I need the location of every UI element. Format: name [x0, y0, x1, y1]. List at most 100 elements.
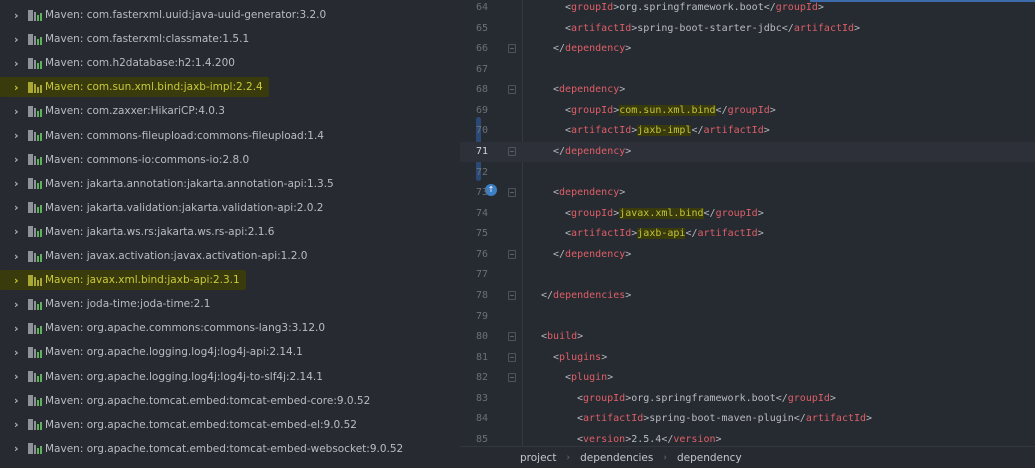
chevron-right-icon[interactable]: ›: [14, 394, 22, 407]
xml-punctuation: </: [793, 413, 806, 425]
tree-item[interactable]: › Maven: com.fasterxml.uuid:java-uuid-gen…: [0, 5, 326, 25]
line-number: 68: [475, 84, 488, 96]
xml-punctuation: </: [553, 43, 566, 55]
xml-punctuation: >: [854, 22, 861, 34]
tree-item[interactable]: › Maven: com.fasterxml:classmate:1.5.1: [0, 29, 249, 49]
fold-icon[interactable]: [508, 85, 516, 95]
library-icon: [28, 130, 42, 141]
code-line[interactable]: 85 <version>2.5.4</version>: [460, 430, 1035, 446]
tree-item[interactable]: › Maven: org.apache.tomcat.embed:tomcat-e…: [0, 415, 357, 435]
xml-punctuation: </: [781, 22, 794, 34]
line-number: 84: [475, 413, 488, 425]
tree-item[interactable]: › Maven: org.apache.tomcat.embed:tomcat-e…: [0, 391, 370, 411]
breadcrumb-item[interactable]: dependencies: [580, 452, 653, 464]
code-line[interactable]: 81 <plugins>: [460, 348, 1035, 368]
code-line[interactable]: 77: [460, 265, 1035, 285]
code-line[interactable]: 76 </dependency>: [460, 245, 1035, 265]
fold-icon[interactable]: [508, 373, 516, 383]
tree-item[interactable]: › Maven: org.apache.commons:commons-lang3…: [0, 318, 325, 338]
code-line[interactable]: 79: [460, 307, 1035, 327]
code-line[interactable]: 70 <artifactId>jaxb-impl</artifactId>: [460, 121, 1035, 141]
code-line[interactable]: 69 <groupId>com.sun.xml.bind</groupId>: [460, 101, 1035, 121]
code-line[interactable]: 83 <groupId>org.springframework.boot</gro…: [460, 389, 1035, 409]
chevron-right-icon[interactable]: ›: [14, 225, 22, 238]
tree-item[interactable]: › Maven: joda-time:joda-time:2.1: [0, 294, 210, 314]
xml-tag-name: artifactId: [793, 22, 855, 34]
code-editor[interactable]: ↑ 64 <groupId>org.springframework.boot</g…: [460, 0, 1035, 446]
xml-tag-name: artifactId: [571, 228, 632, 240]
code-line[interactable]: 64 <groupId>org.springframework.boot</gro…: [460, 0, 1035, 18]
fold-icon[interactable]: [508, 249, 516, 259]
chevron-right-icon[interactable]: ›: [14, 81, 22, 94]
tree-item[interactable]: › Maven: com.sun.xml.bind:jaxb-impl:2.2.4: [0, 77, 269, 98]
chevron-right-icon[interactable]: ›: [14, 274, 22, 287]
code-line[interactable]: 78 </dependencies>: [460, 286, 1035, 306]
fold-icon[interactable]: [508, 146, 516, 156]
chevron-right-icon[interactable]: ›: [14, 442, 22, 455]
fold-icon[interactable]: [508, 332, 516, 342]
library-icon: [28, 202, 42, 214]
code-line[interactable]: 73 <dependency>: [460, 183, 1035, 203]
code-line[interactable]: 67: [460, 60, 1035, 80]
breadcrumb-item[interactable]: dependency: [677, 452, 742, 464]
tree-item[interactable]: › Maven: commons-fileupload:commons-fileu…: [0, 126, 324, 146]
line-number: 66: [475, 43, 488, 55]
tree-item[interactable]: › Maven: org.apache.logging.log4j:log4j-a…: [0, 342, 303, 362]
xml-tag-name: build: [547, 331, 578, 343]
breadcrumb-item[interactable]: project: [520, 452, 556, 464]
tree-item[interactable]: › Maven: javax.activation:javax.activatio…: [0, 246, 307, 266]
tree-item[interactable]: › Maven: jakarta.ws.rs:jakarta.ws.rs-api:…: [0, 222, 274, 242]
xml-punctuation: >: [817, 2, 824, 13]
tree-item[interactable]: › Maven: org.apache.logging.log4j:log4j-t…: [0, 367, 323, 387]
xml-tag-name: plugins: [559, 351, 602, 363]
xml-punctuation: </: [661, 433, 674, 445]
code-line[interactable]: 66 </dependency>: [460, 39, 1035, 59]
code-line[interactable]: 68 <dependency>: [460, 80, 1035, 100]
code-line[interactable]: 75 <artifactId>jaxb-api</artifactId>: [460, 224, 1035, 244]
xml-tag-name: groupId: [583, 392, 626, 404]
fold-icon[interactable]: [508, 188, 516, 198]
line-number: 85: [475, 433, 488, 445]
code-line[interactable]: 72: [460, 163, 1035, 183]
chevron-right-icon: ›: [566, 452, 571, 463]
line-number: 70: [475, 125, 488, 137]
code-line[interactable]: 71 </dependency>: [460, 141, 1035, 162]
tree-item[interactable]: › Maven: javax.xml.bind:jaxb-api:2.3.1: [0, 270, 246, 291]
chevron-right-icon[interactable]: ›: [14, 9, 22, 22]
chevron-right-icon[interactable]: ›: [14, 33, 22, 46]
tree-item[interactable]: › Maven: commons-io:commons-io:2.8.0: [0, 150, 249, 170]
xml-punctuation: >: [625, 248, 632, 260]
code-line[interactable]: 65 <artifactId>spring-boot-starter-jdbc</…: [460, 19, 1035, 39]
chevron-right-icon[interactable]: ›: [14, 129, 22, 142]
tree-item[interactable]: › Maven: org.apache.tomcat.embed:tomcat-e…: [0, 439, 403, 459]
chevron-right-icon[interactable]: ›: [14, 298, 22, 311]
fold-icon[interactable]: [508, 352, 516, 362]
fold-icon[interactable]: [508, 44, 516, 54]
tree-item[interactable]: › Maven: com.h2database:h2:1.4.200: [0, 53, 235, 73]
chevron-right-icon[interactable]: ›: [14, 346, 22, 359]
chevron-right-icon[interactable]: ›: [14, 177, 22, 190]
xml-tag-name: dependency: [565, 145, 626, 157]
chevron-right-icon[interactable]: ›: [14, 105, 22, 118]
chevron-right-icon[interactable]: ›: [14, 57, 22, 70]
code-line[interactable]: 80 <build>: [460, 327, 1035, 347]
tree-item[interactable]: › Maven: jakarta.validation:jakarta.valid…: [0, 198, 323, 218]
code-line[interactable]: 82 <plugin>: [460, 368, 1035, 388]
chevron-right-icon[interactable]: ›: [14, 153, 22, 166]
code-line[interactable]: 84 <artifactId>spring-boot-maven-plugin</…: [460, 409, 1035, 429]
tree-item-label: Maven: org.apache.logging.log4j:log4j-to…: [45, 370, 323, 383]
chevron-right-icon[interactable]: ›: [14, 201, 22, 214]
fold-icon[interactable]: [508, 290, 516, 300]
code-text: <artifactId>jaxb-api</artifactId>: [565, 224, 764, 244]
tree-item[interactable]: › Maven: com.zaxxer:HikariCP:4.0.3: [0, 101, 225, 121]
chevron-right-icon[interactable]: ›: [14, 418, 22, 431]
xml-tag-name: groupId: [571, 2, 614, 13]
chevron-right-icon[interactable]: ›: [14, 322, 22, 335]
line-number: 73: [475, 187, 488, 199]
code-line[interactable]: 74 <groupId>javax.xml.bind</groupId>: [460, 204, 1035, 224]
chevron-right-icon[interactable]: ›: [14, 250, 22, 263]
xml-tag-name: groupId: [787, 392, 830, 404]
line-number: 65: [475, 22, 488, 34]
chevron-right-icon[interactable]: ›: [14, 370, 22, 383]
tree-item[interactable]: › Maven: jakarta.annotation:jakarta.annot…: [0, 174, 334, 194]
